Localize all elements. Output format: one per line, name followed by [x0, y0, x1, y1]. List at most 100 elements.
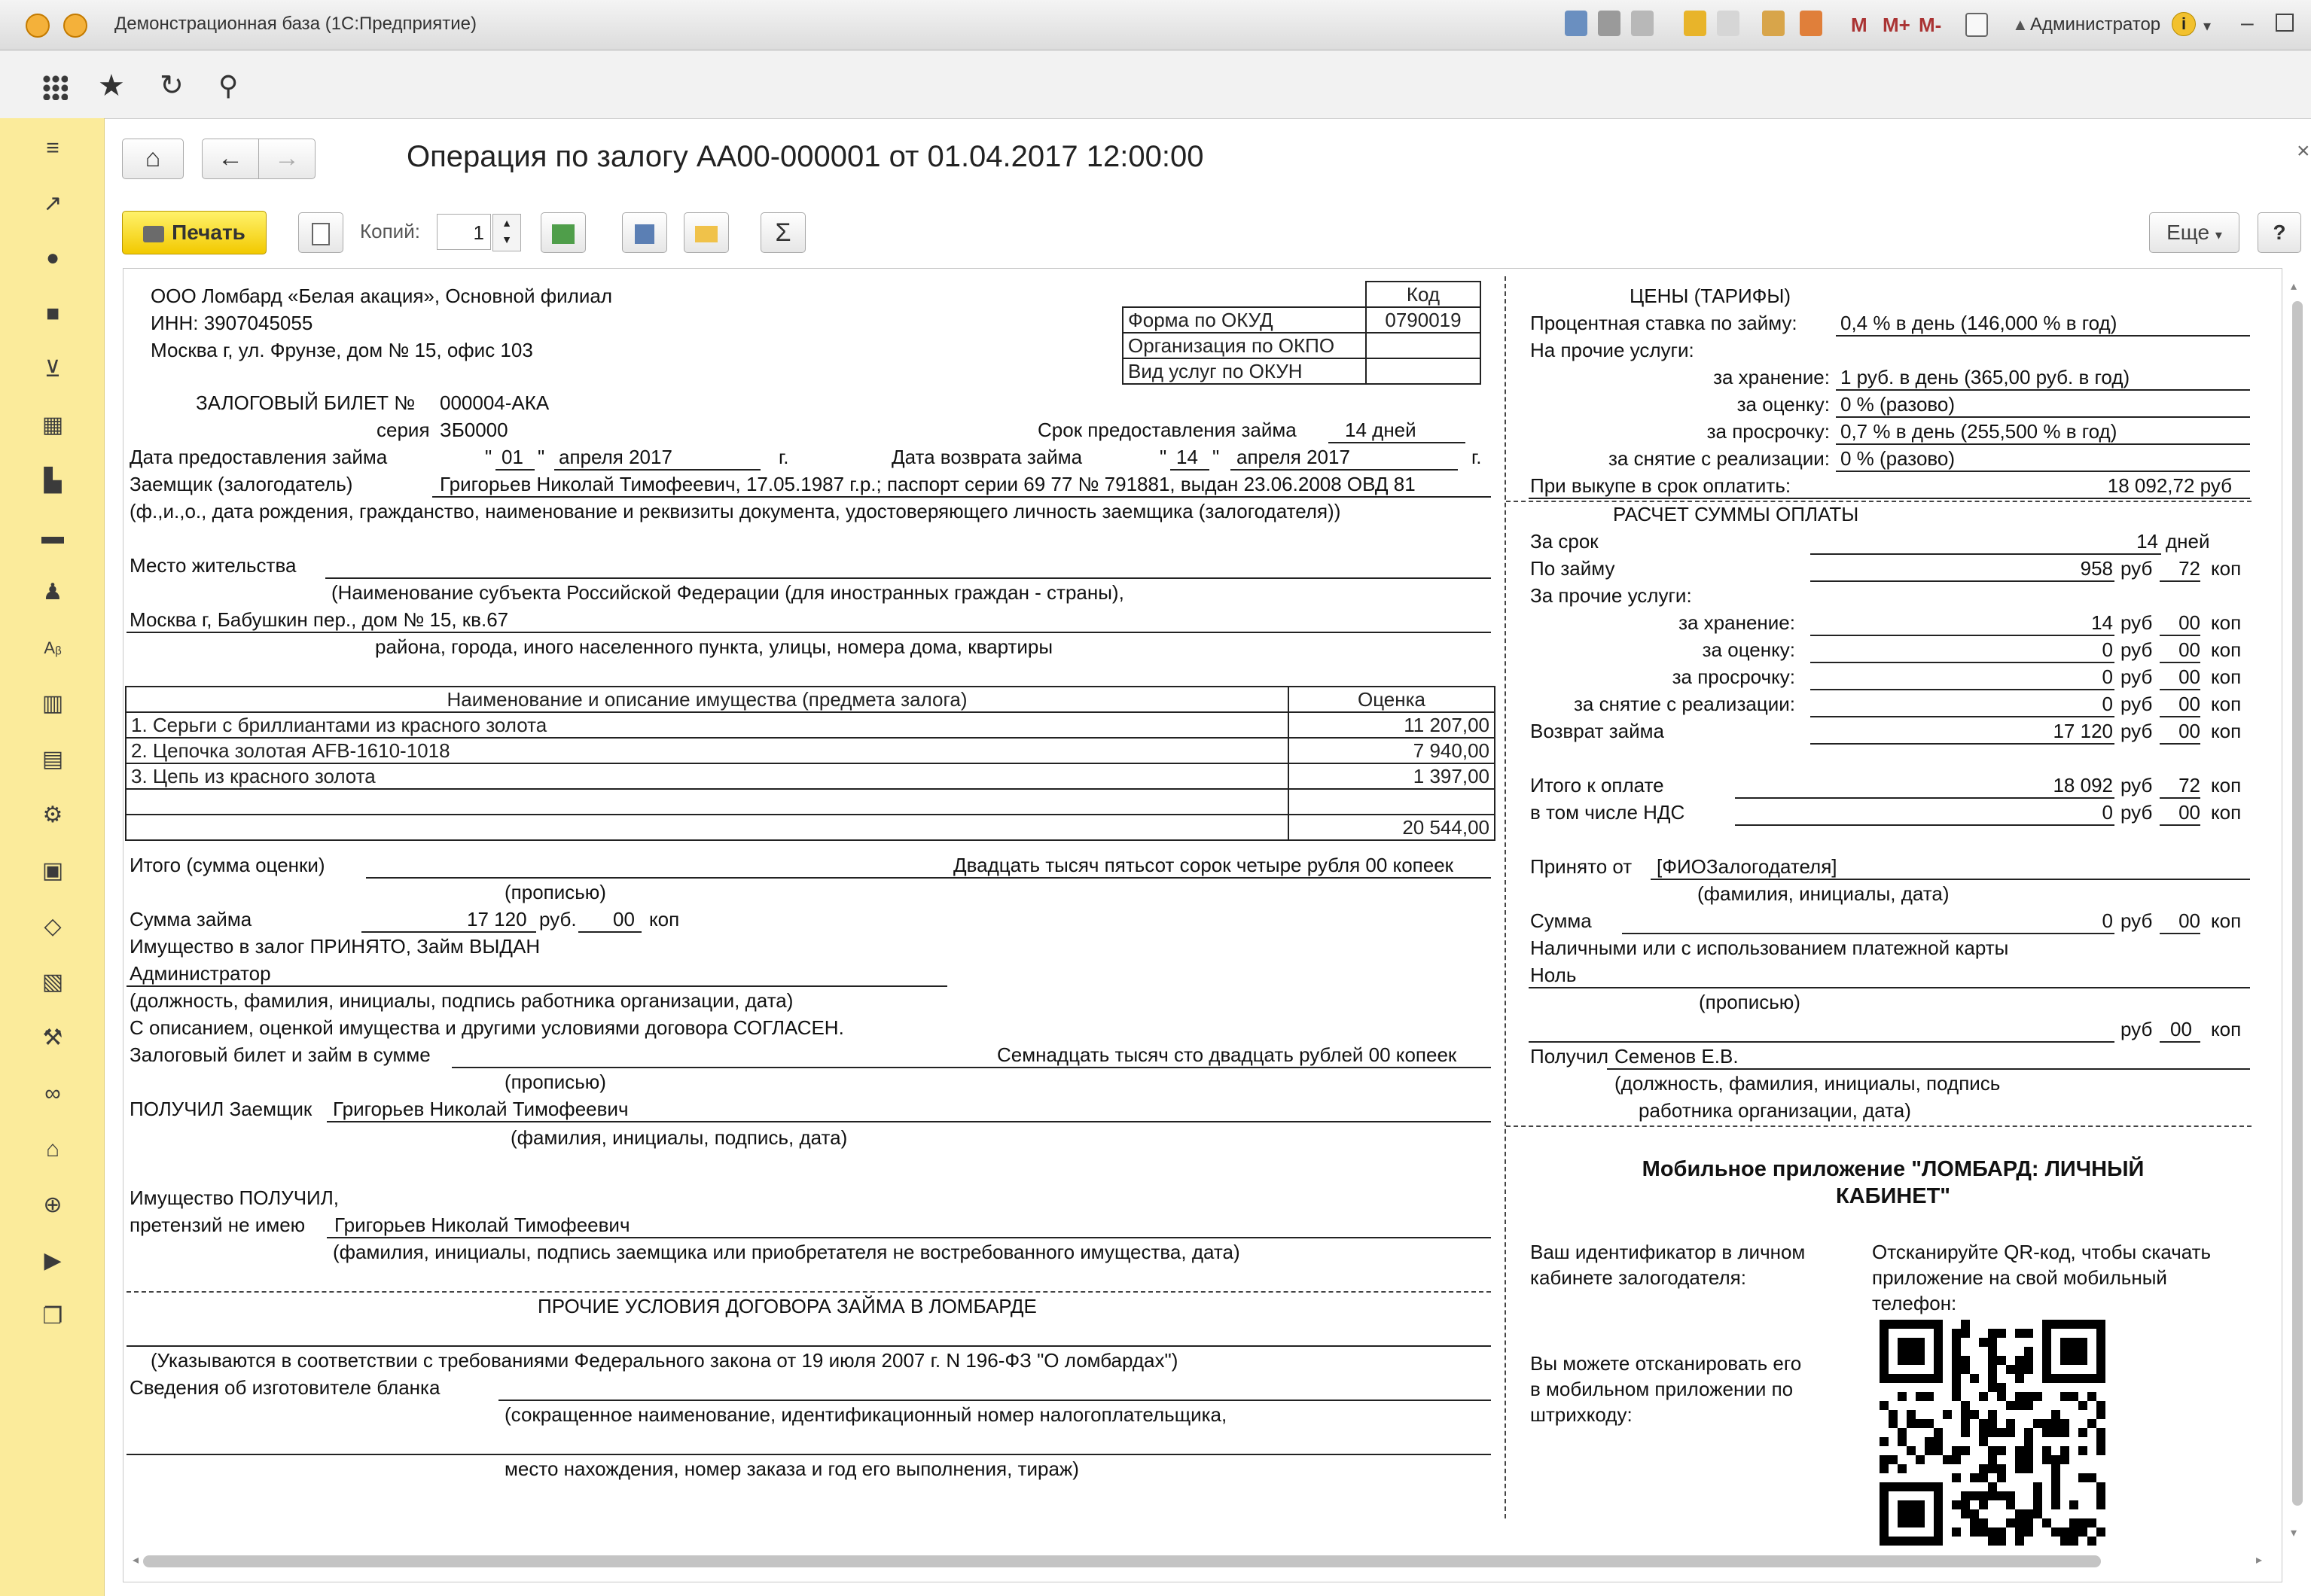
year-suffix: г.	[779, 446, 789, 468]
sales-chart-icon[interactable]: ↗	[38, 189, 68, 219]
calendar-icon[interactable]	[1800, 11, 1822, 36]
panel-layout-icon[interactable]	[1965, 13, 1988, 37]
floppy-icon	[635, 224, 654, 244]
factory-icon[interactable]: ▙	[38, 466, 68, 496]
more-button[interactable]: Еще ▾	[2149, 212, 2239, 253]
memory-m-button[interactable]: M	[1851, 14, 1867, 37]
qr-module	[1952, 1374, 1961, 1383]
main-menu-icon[interactable]: ≡	[38, 133, 68, 163]
qr-module	[1880, 1401, 1889, 1410]
qr-module	[2060, 1455, 2069, 1464]
minimize-icon[interactable]: –	[2241, 11, 2254, 36]
copies-input[interactable]: 1	[437, 214, 491, 250]
documents-icon[interactable]: ▤	[38, 745, 68, 775]
dropdown-arrow-icon[interactable]: ▾	[2203, 17, 2211, 35]
code-value: 0790019	[1365, 306, 1481, 334]
scroll-right-arrow-icon[interactable]: ▸	[2256, 1552, 2262, 1567]
underline	[2160, 689, 2200, 690]
preview-button[interactable]	[298, 212, 343, 253]
mobile-id-text: Ваш идентификатор в личном	[1530, 1241, 1806, 1263]
calc-kop-value: 00	[2178, 693, 2200, 715]
horizontal-scrollbar[interactable]	[143, 1555, 2101, 1567]
search-icon[interactable]: ⚲	[218, 70, 238, 102]
qr-module	[1979, 1437, 1988, 1446]
loan-kop: 00	[613, 908, 635, 930]
qr-module	[2096, 1401, 2105, 1410]
favorites-star-icon[interactable]: ★	[98, 69, 125, 103]
qr-finder	[2060, 1338, 2087, 1365]
memory-mminus-button[interactable]: M-	[1919, 14, 1941, 37]
favorites-icon[interactable]	[1684, 11, 1706, 36]
qr-module	[2024, 1455, 2033, 1464]
underline	[1810, 662, 2114, 663]
window-menu-icon[interactable]	[63, 14, 87, 38]
bag-icon[interactable]: ■	[38, 299, 68, 329]
magnifier-icon[interactable]: ⊕	[38, 1190, 68, 1220]
clipboard-icon[interactable]: ▧	[38, 967, 68, 998]
bank-icon[interactable]: ⌂	[38, 1135, 68, 1165]
scroll-up-arrow-icon[interactable]: ▴	[2291, 279, 2297, 294]
borrower-value: Григорьев Николай Тимофеевич, 17.05.1987…	[440, 473, 1416, 495]
sale-label: за снятие с реализации:	[1608, 447, 1830, 470]
rub-label: руб.	[539, 908, 577, 930]
qr-module	[1988, 1527, 1997, 1537]
cash-register-icon[interactable]: ▣	[38, 856, 68, 886]
bar-chart-icon[interactable]: ▥	[38, 689, 68, 719]
qr-module	[2024, 1392, 2033, 1401]
calc-kop-label: коп	[2211, 557, 2242, 580]
code-table: Код Форма по ОКУД 0790019 Организация по …	[1122, 281, 1481, 385]
catalog-grid-icon[interactable]: ▦	[38, 410, 68, 440]
cart-icon[interactable]: ⊻	[38, 355, 68, 385]
copies-stepper[interactable]: ▲ ▼	[492, 214, 521, 251]
tools-icon[interactable]: ⚒	[38, 1023, 68, 1053]
qr-module	[2051, 1491, 2060, 1500]
copy-icon[interactable]: ❐	[38, 1302, 68, 1332]
vertical-scrollbar[interactable]	[2292, 301, 2303, 1506]
items-total: 20 544,00	[1288, 814, 1495, 841]
apps-grid-icon[interactable]	[42, 75, 68, 100]
preview-icon[interactable]	[1631, 11, 1654, 36]
print-icon[interactable]	[1598, 11, 1620, 36]
info-icon[interactable]: i	[2172, 12, 2196, 36]
home-button[interactable]: ⌂	[122, 139, 184, 179]
edit-table-button[interactable]	[541, 212, 586, 253]
current-user[interactable]: Администратор	[2030, 14, 2160, 35]
loan-rub: 17 120	[467, 908, 527, 930]
maximize-icon[interactable]	[2276, 14, 2294, 32]
close-form-icon[interactable]: ×	[2297, 139, 2310, 164]
forward-button[interactable]: →	[258, 139, 316, 179]
calc-kop-label: коп	[2211, 801, 2242, 824]
qr-module	[2006, 1428, 2015, 1437]
qr-module	[2060, 1392, 2069, 1401]
help-button[interactable]: ?	[2258, 212, 2301, 253]
play-icon[interactable]: ▶	[38, 1246, 68, 1276]
spreadsheet-document[interactable]: ООО Ломбард «Белая акация», Основной фил…	[123, 268, 2282, 1582]
sum-button[interactable]: Σ	[761, 212, 806, 253]
qr-module	[1970, 1410, 1979, 1419]
settings-gear-icon[interactable]: ⚙	[38, 800, 68, 830]
scroll-down-arrow-icon[interactable]: ▾	[2291, 1525, 2297, 1540]
back-button[interactable]: ←	[202, 139, 259, 179]
person-icon[interactable]: ♟	[38, 577, 68, 608]
send-email-button[interactable]	[684, 212, 729, 253]
history-clock-icon[interactable]: ↻	[160, 69, 184, 102]
qr-module	[1997, 1473, 2006, 1482]
memory-mplus-button[interactable]: M+	[1883, 14, 1910, 37]
truck-icon[interactable]: ▬	[38, 522, 68, 552]
handshake-icon[interactable]: ∞	[38, 1079, 68, 1109]
scroll-left-arrow-icon[interactable]: ◂	[133, 1552, 139, 1567]
calculator-icon[interactable]	[1762, 11, 1785, 36]
save-file-button[interactable]	[622, 212, 667, 253]
sort-alpha-icon[interactable]: Aᵦ	[38, 633, 68, 663]
history-icon[interactable]	[1717, 11, 1739, 36]
save-icon[interactable]	[1565, 11, 1587, 36]
calc-title: РАСЧЕТ СУММЫ ОПЛАТЫ	[1613, 503, 1859, 525]
item-name: 2. Цепочка золотая AFB-1610-1018	[125, 737, 1289, 764]
print-button[interactable]: Печать	[122, 211, 267, 254]
app-logo-icon[interactable]	[26, 14, 50, 38]
ruble-coin-icon[interactable]: ●	[38, 243, 68, 273]
qr-module	[2006, 1491, 2015, 1500]
jewel-ring-icon[interactable]: ◇	[38, 912, 68, 942]
page-title: Операция по залогу АА00-000001 от 01.04.…	[407, 140, 1204, 173]
qr-module	[2024, 1464, 2033, 1473]
